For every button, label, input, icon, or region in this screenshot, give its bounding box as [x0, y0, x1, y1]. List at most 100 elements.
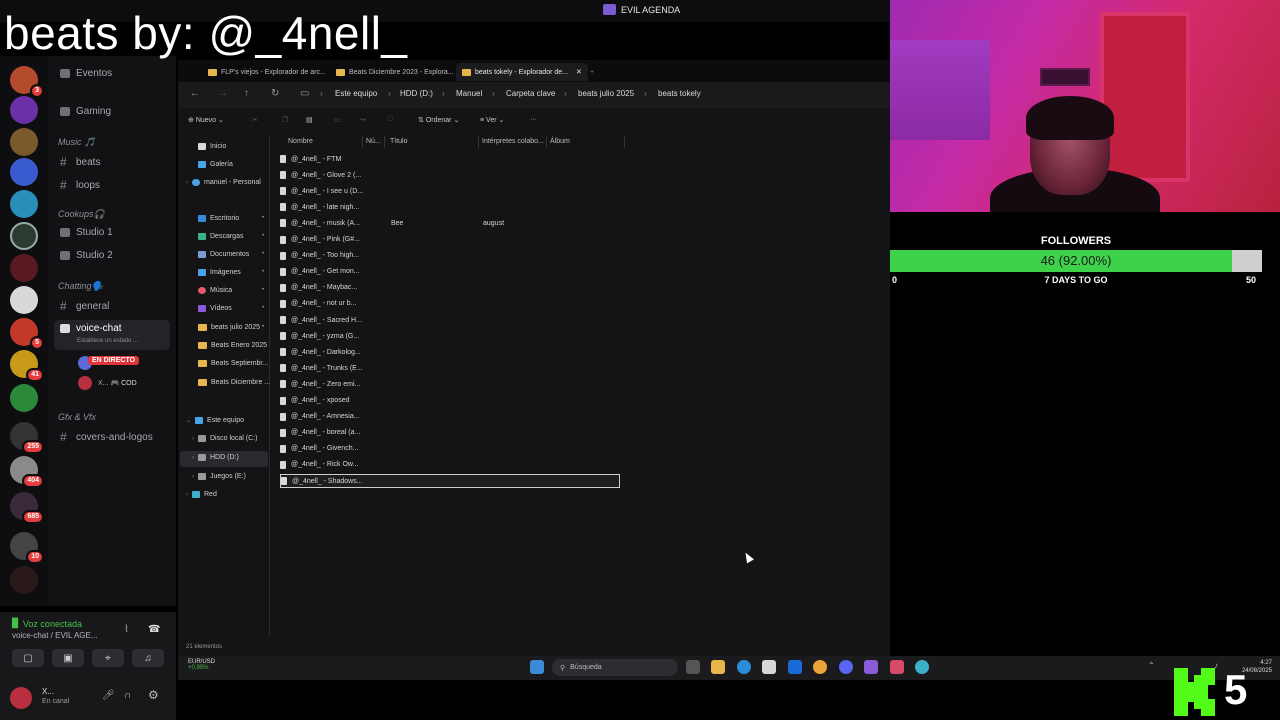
currency-widget[interactable]: EUR/USD +0,95%	[188, 659, 215, 671]
breadcrumb-este-equipo[interactable]: Este equipo	[335, 89, 377, 98]
file-row[interactable]: @_4nell_ - I see u (D...	[280, 184, 620, 198]
column-titulo[interactable]: Título	[390, 138, 408, 145]
category-chatting[interactable]: Chatting🗣️	[58, 281, 103, 292]
file-row[interactable]: @_4nell_ - Amnesia...	[280, 410, 620, 424]
breadcrumb-carpeta-clave[interactable]: Carpeta clave	[506, 89, 555, 98]
store-icon[interactable]	[762, 660, 776, 674]
headphones-icon[interactable]: ∩	[124, 690, 131, 701]
server-icon[interactable]	[10, 190, 38, 218]
nav-este-equipo[interactable]: ⌄ Este equipo	[186, 417, 244, 424]
breadcrumb-hdd[interactable]: HDD (D:)	[400, 89, 433, 98]
server-icon[interactable]: 41	[10, 350, 44, 382]
cut-icon[interactable]: ✂	[252, 116, 258, 124]
share-icon[interactable]: ↪	[360, 116, 366, 124]
avatar[interactable]	[10, 687, 32, 709]
nav-descargas[interactable]: Descargas	[198, 233, 243, 240]
pin-icon[interactable]: •	[262, 287, 264, 293]
nav-beats-enero[interactable]: Beats Enero 2025	[198, 342, 267, 349]
file-row[interactable]: @_4nell_ - Sacred H...	[280, 313, 620, 327]
microphone-icon[interactable]: 🎤︎	[102, 690, 115, 701]
nav-galeria[interactable]: Galería	[198, 161, 233, 168]
nav-hdd[interactable]: › HDD (D:)	[192, 454, 239, 461]
nav-escritorio[interactable]: Escritorio	[198, 215, 239, 222]
start-icon[interactable]	[530, 660, 544, 674]
file-row[interactable]: @_4nell_ - late nigh...	[280, 200, 620, 214]
close-icon[interactable]: ✕	[576, 68, 582, 76]
voice-channel-path[interactable]: voice-chat / EVIL AGE...	[12, 631, 98, 640]
server-icon[interactable]: 3	[10, 66, 44, 98]
nav-beats-diciembre[interactable]: Beats Diciembre ...	[198, 379, 270, 386]
copy-icon[interactable]: ❐	[282, 116, 288, 124]
tab-beats-tokely[interactable]: beats tokely - Explorador de... ✕	[456, 63, 588, 81]
chrome-icon[interactable]	[813, 660, 827, 674]
column-nombre[interactable]: Nombre	[288, 138, 313, 145]
task-view-icon[interactable]	[686, 660, 700, 674]
nav-documentos[interactable]: Documentos	[198, 251, 249, 258]
file-explorer-icon[interactable]	[711, 660, 725, 674]
channel-beats[interactable]: # beats	[60, 155, 100, 169]
edge-icon[interactable]	[737, 660, 751, 674]
breadcrumb-manuel[interactable]: Manuel	[456, 89, 482, 98]
server-icon[interactable]: 10	[10, 532, 44, 564]
file-row[interactable]: @_4nell_ - boreal (a...	[280, 426, 620, 440]
file-row[interactable]: @_4nell_ - Get mon...	[280, 265, 620, 279]
server-icon[interactable]	[10, 158, 38, 186]
file-row[interactable]: @_4nell_ - Darkolog...	[280, 345, 620, 359]
server-icon[interactable]: 685	[10, 492, 44, 524]
file-row[interactable]: @_4nell_ - Pink (G#...	[280, 233, 620, 247]
forward-icon[interactable]: →	[218, 88, 228, 99]
sort-button[interactable]: ⇅ Ordenar ⌄	[418, 116, 459, 124]
file-row[interactable]: @_4nell_ - Glove 2 (...	[280, 168, 620, 182]
camera-off-icon[interactable]: ▢	[12, 649, 44, 667]
nav-beats-septiembre[interactable]: Beats Septiembr...	[198, 360, 268, 367]
file-row[interactable]: @_4nell_ - Maybac...	[280, 281, 620, 295]
nav-videos[interactable]: Vídeos	[198, 305, 232, 312]
nav-musica[interactable]: Música	[198, 287, 232, 294]
file-row[interactable]: @_4nell_ - Too high...	[280, 249, 620, 263]
server-icon[interactable]	[10, 222, 38, 250]
pin-icon[interactable]: •	[262, 324, 264, 330]
nav-disco-local[interactable]: › Disco local (C:)	[192, 435, 257, 442]
new-button[interactable]: ⊕ Nuevo ⌄	[188, 116, 224, 124]
disconnect-icon[interactable]: ☎	[148, 624, 160, 635]
gear-icon[interactable]: ⚙	[148, 688, 159, 702]
nav-imagenes[interactable]: Imágenes	[198, 269, 241, 276]
app-icon[interactable]	[890, 660, 904, 674]
file-row[interactable]: @_4nell_ - Trunks (E...	[280, 361, 620, 375]
column-numero[interactable]: Nú...	[366, 138, 381, 145]
server-icon[interactable]: 255	[10, 422, 44, 454]
column-interpretes[interactable]: Intérpretes colabo...	[482, 138, 544, 145]
channel-studio-2[interactable]: Studio 2	[60, 250, 113, 261]
category-gfx[interactable]: Gfx & Vfx	[58, 412, 96, 422]
chevron-up-icon[interactable]: ⌃	[1148, 661, 1155, 670]
column-album[interactable]: Álbum	[550, 138, 570, 145]
breadcrumb-beats-tokely[interactable]: beats tokely	[658, 89, 701, 98]
view-button[interactable]: ≡ Ver ⌄	[480, 116, 504, 124]
nav-red[interactable]: › Red	[186, 491, 217, 498]
tab-beats-diciembre[interactable]: Beats Diciembre 2023 - Explora...	[330, 63, 460, 81]
pin-icon[interactable]: •	[262, 233, 264, 239]
nav-juegos[interactable]: › Juegos (E:)	[192, 473, 246, 480]
paste-icon[interactable]: ▤	[306, 116, 313, 124]
screen-share-icon[interactable]: ▣	[52, 649, 84, 667]
pin-icon[interactable]: •	[262, 251, 264, 257]
soundboard-icon[interactable]: ♫	[132, 649, 164, 667]
server-icon[interactable]	[10, 566, 38, 594]
server-icon[interactable]: 404	[10, 456, 44, 488]
file-row[interactable]: @_4nell_ - Givench...	[280, 442, 620, 456]
server-icon[interactable]	[10, 286, 38, 314]
file-row[interactable]: @_4nell_ - FTM	[280, 152, 620, 166]
breadcrumb-beats-julio[interactable]: beats julio 2025	[578, 89, 634, 98]
channel-voice-chat[interactable]: voice-chat Establece un estado ...	[54, 320, 170, 350]
avatar[interactable]	[78, 376, 92, 390]
channel-general[interactable]: # general	[60, 299, 109, 313]
category-cookups[interactable]: Cookups🎧	[58, 209, 105, 220]
up-icon[interactable]: ↑	[244, 88, 249, 99]
channel-eventos[interactable]: Eventos	[60, 68, 112, 79]
pin-icon[interactable]: •	[262, 305, 264, 311]
channel-gaming[interactable]: Gaming	[60, 106, 111, 117]
server-icon[interactable]	[10, 254, 38, 282]
server-icon[interactable]	[10, 384, 38, 412]
file-row[interactable]: @_4nell_ - Zero emi...	[280, 377, 620, 391]
discord-icon[interactable]	[839, 660, 853, 674]
